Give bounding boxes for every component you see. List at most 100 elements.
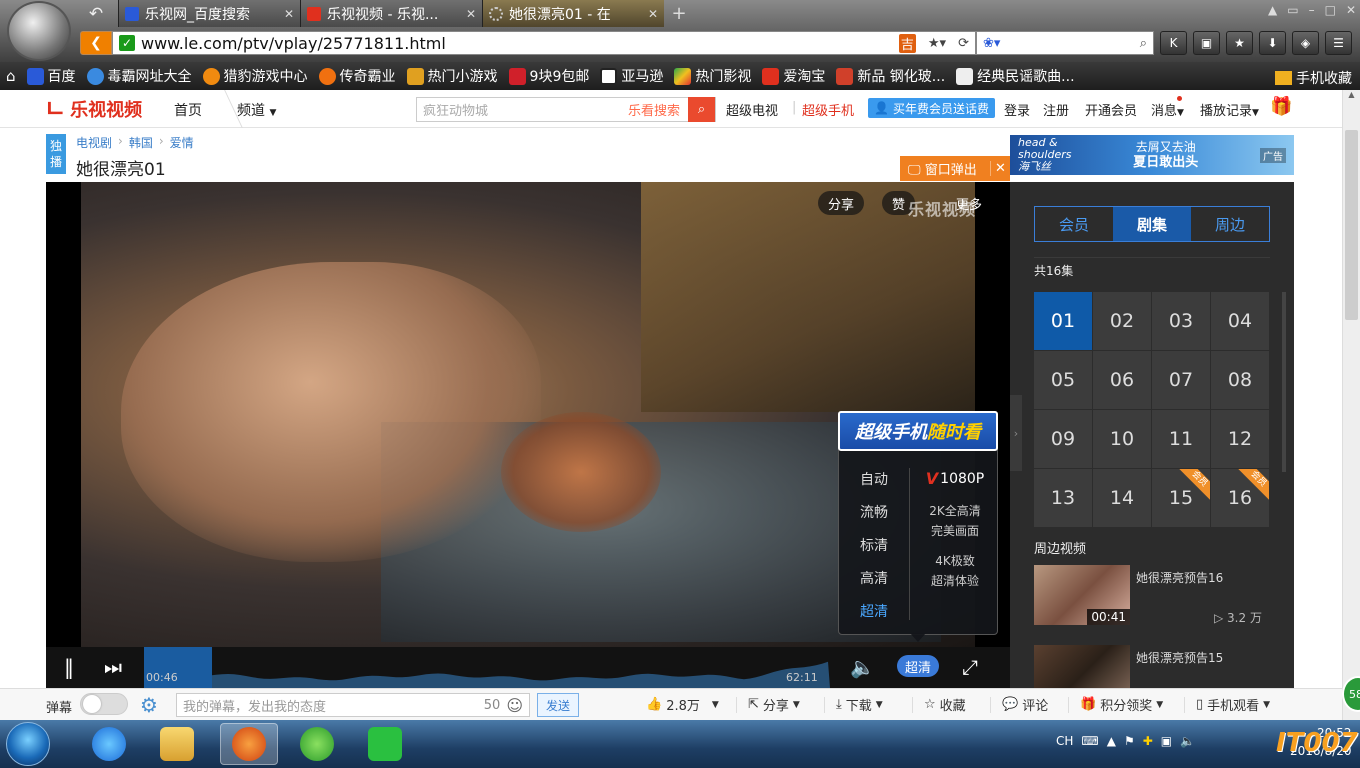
gift-icon[interactable]: 🎁 [1270,96,1292,117]
browser-search-box[interactable]: ❀▾ ⌕ [976,31,1154,55]
related-item-title[interactable]: 她很漂亮预告15 [1136,649,1223,666]
back-history-icon[interactable]: ↶ [74,0,118,27]
episode-11[interactable]: 11 [1152,410,1210,468]
bookmark-taobao[interactable]: 爱淘宝 [762,66,825,86]
nav-channel[interactable]: 频道 ▼ [237,100,276,120]
quality-hd[interactable]: 高清 [839,561,909,594]
episode-02[interactable]: 02 [1093,292,1151,350]
chevron-up-icon[interactable]: ▲ [1107,734,1116,748]
bookmark-star-icon[interactable]: ★▾ [928,36,946,51]
maximize-icon[interactable]: □ [1325,3,1336,17]
related-thumbnail[interactable]: 00:41 [1034,565,1130,625]
site-search-input[interactable]: 疯狂动物城 [417,100,628,119]
episode-12[interactable]: 12 [1211,410,1269,468]
keyboard-icon[interactable]: ⌨ [1081,734,1098,748]
new-tab-icon[interactable]: + [664,0,694,27]
volume-icon[interactable]: 🔈 [1180,734,1195,748]
scrollbar-thumb[interactable] [1345,130,1358,320]
flag-icon[interactable]: ⚑ [1124,734,1135,748]
bookmark-game-center[interactable]: 猎豹游戏中心 [202,66,308,86]
related-item[interactable]: 她很漂亮预告15 [1034,645,1274,688]
download-icon[interactable]: ⬇ [1259,31,1286,55]
quality-sd[interactable]: 标清 [839,528,909,561]
skin-icon[interactable]: ▲ [1268,3,1277,17]
bookmark-mini-games[interactable]: 热门小游戏 [406,66,498,86]
back-button[interactable]: ❮ [80,31,112,55]
breadcrumb-tv[interactable]: 电视剧 [76,134,112,151]
browser-logo-icon[interactable] [7,1,71,61]
close-tab-icon[interactable]: ✕ [648,7,658,21]
bookmark-baidu[interactable]: 百度 [26,66,76,86]
taskbar-360[interactable] [288,723,346,765]
episode-15[interactable]: 15 会员 [1152,469,1210,527]
episode-07[interactable]: 07 [1152,351,1210,409]
le-logo[interactable]: ㄴ乐视视频 [44,96,142,122]
close-tab-icon[interactable]: ✕ [466,7,476,21]
share-button[interactable]: ⇱ 分享 ▼ [736,695,800,714]
episode-08[interactable]: 08 [1211,351,1269,409]
close-icon[interactable]: ✕ [990,161,1010,176]
quality-4k[interactable]: 4K极致 超清体验 [911,547,999,599]
danmu-toggle[interactable] [80,693,128,715]
url-bar[interactable]: ✓ www.le.com/ptv/vplay/25771811.html 吉 ★… [112,31,976,55]
next-episode-icon[interactable]: ⏭ [104,655,122,679]
volume-icon[interactable]: 🔈 [850,655,875,679]
plus-security-icon[interactable]: ✚ [1143,734,1153,748]
bookmark-amazon[interactable]: 亚马逊 [600,66,663,86]
tab-related[interactable]: 周边 [1191,207,1269,241]
danmu-send-button[interactable]: 发送 [537,693,579,717]
danmu-settings-icon[interactable]: ⚙ [140,693,158,717]
login-link[interactable]: 登录 [1004,100,1030,119]
sidebar-collapse-handle[interactable]: › [1010,395,1022,471]
taskbar-ie[interactable] [80,723,138,765]
scroll-up-icon[interactable]: ▲ [1343,90,1360,106]
like-button[interactable]: 👍 2.8万 ▼ [646,695,719,714]
bookmark-duba[interactable]: 毒霸网址大全 [86,66,192,86]
nav-home[interactable]: 首页 [174,100,202,120]
home-icon[interactable]: ⌂ [6,67,16,85]
search-engine-icon[interactable]: ❀▾ [983,36,1000,51]
close-window-icon[interactable]: ✕ [1346,3,1356,17]
taskbar-iqiyi[interactable] [356,723,414,765]
refresh-icon[interactable]: ⟳ [958,36,969,51]
episode-05[interactable]: 05 [1034,351,1092,409]
download-button[interactable]: ⤓ 下载 ▼ [824,695,883,714]
tab-baidu-search[interactable]: 乐视网_百度搜索 ✕ [118,0,300,27]
episode-06[interactable]: 06 [1093,351,1151,409]
ad-banner[interactable]: head & shoulders 海飞丝 去屑又去油 夏日敢出头 广告 [1010,135,1294,175]
pause-icon[interactable]: ‖ [64,655,74,679]
episode-09[interactable]: 09 [1034,410,1092,468]
mobile-favorites[interactable]: 手机收藏 [1275,68,1352,88]
fullscreen-icon[interactable]: ⤢ [962,655,978,679]
history-link[interactable]: 播放记录▼ [1200,100,1259,119]
quality-button[interactable]: 超清 [897,655,939,677]
mobile-watch-button[interactable]: ▯ 手机观看 ▼ [1184,695,1270,714]
start-button-icon[interactable] [6,722,50,766]
episode-13[interactable]: 13 [1034,469,1092,527]
favorite-button[interactable]: ☆ 收藏 [912,695,966,714]
progress-waveform[interactable] [144,647,830,688]
tab-le-video[interactable]: 乐视视频 - 乐视... ✕ [300,0,482,27]
quality-super-hd[interactable]: 超清 [839,594,909,627]
url-text[interactable]: www.le.com/ptv/vplay/25771811.html [141,34,893,53]
bookmark-folk-songs[interactable]: 经典民谣歌曲... [956,66,1075,86]
episode-10[interactable]: 10 [1093,410,1151,468]
breadcrumb-korea[interactable]: 韩国 [129,134,153,151]
k-icon[interactable]: K [1160,31,1187,55]
danmu-input[interactable]: 我的弹幕，发出我的态度 50 ☺ [176,693,530,717]
sidebar-scrollbar[interactable] [1282,292,1286,472]
quality-auto[interactable]: 自动 [839,462,909,495]
episode-04[interactable]: 04 [1211,292,1269,350]
register-link[interactable]: 注册 [1043,100,1069,119]
close-tab-icon[interactable]: ✕ [284,7,294,21]
episode-03[interactable]: 03 [1152,292,1210,350]
star-icon[interactable]: ★ [1226,31,1253,55]
related-thumbnail[interactable] [1034,645,1130,688]
page-scrollbar[interactable]: ▲ [1342,90,1360,720]
tab-current-video[interactable]: 她很漂亮01 - 在 ✕ [482,0,664,27]
link-super-tv[interactable]: 超级电视 [726,100,778,119]
breadcrumb-romance[interactable]: 爱情 [170,134,194,151]
menu-icon[interactable]: ☰ [1325,31,1352,55]
related-item-title[interactable]: 她很漂亮预告16 [1136,569,1223,586]
search-icon[interactable]: ⌕ [1140,36,1147,51]
